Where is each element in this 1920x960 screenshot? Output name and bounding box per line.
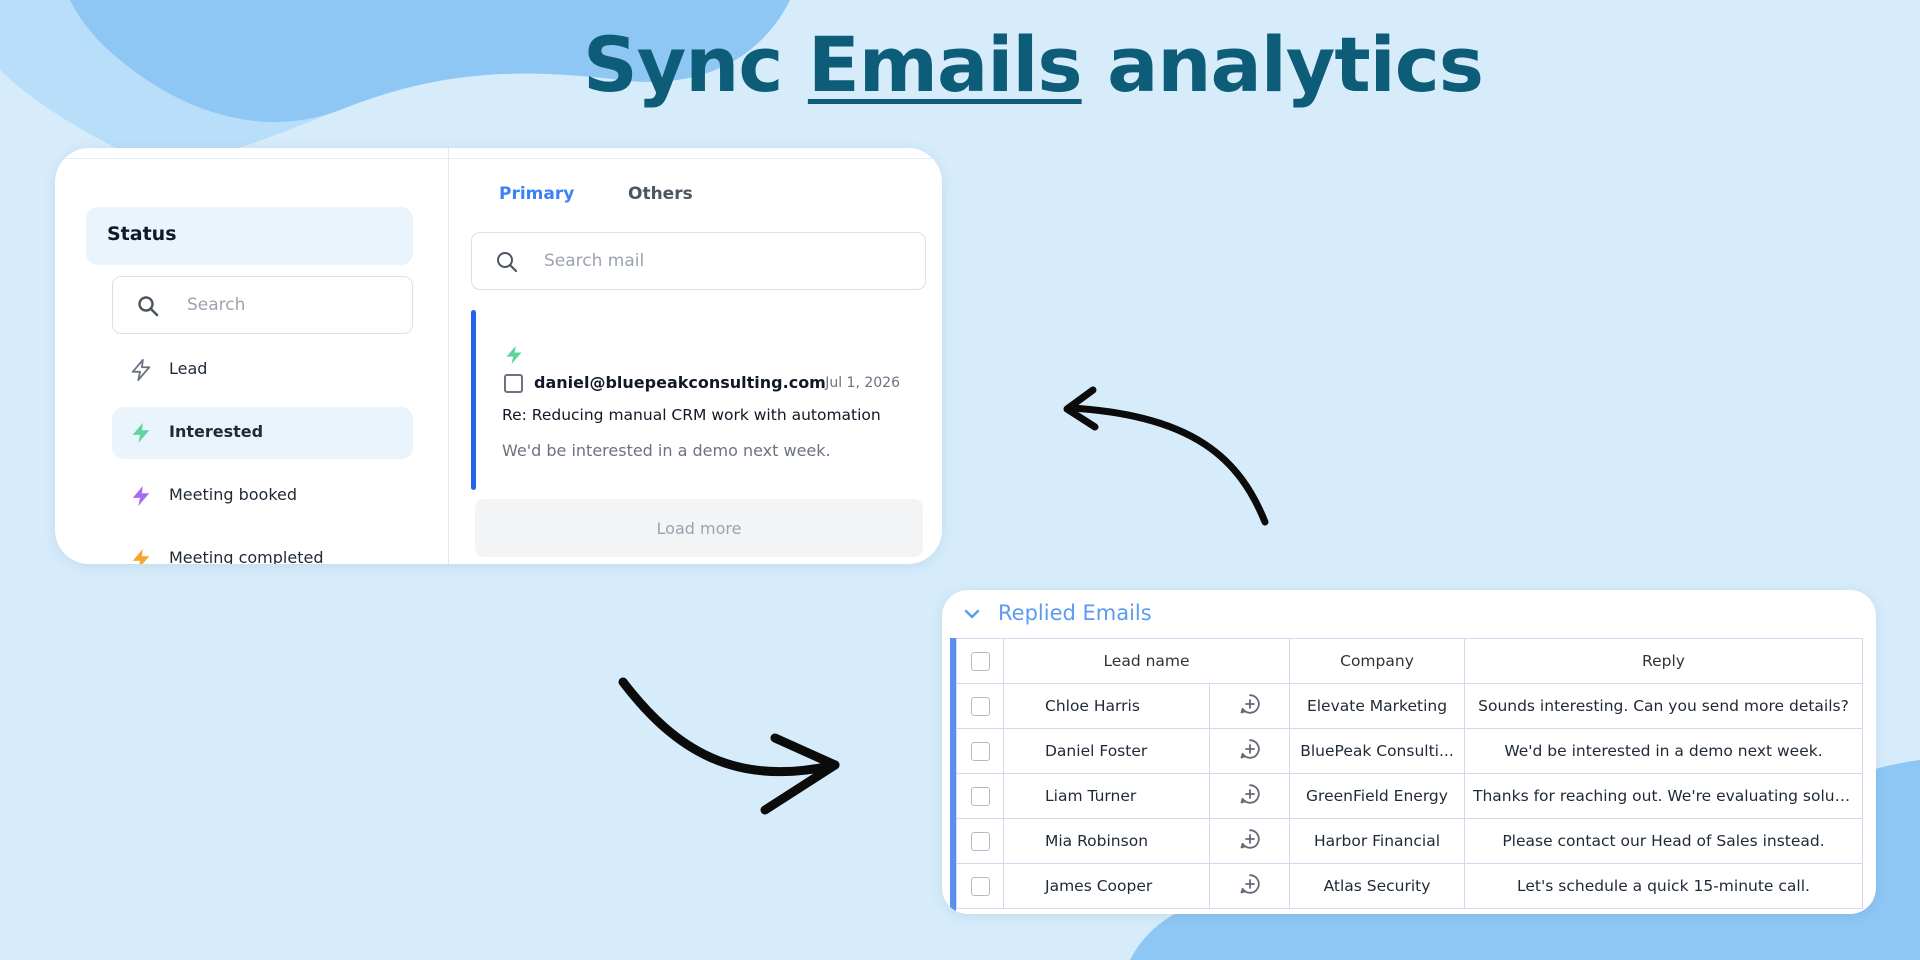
company-cell[interactable]: Elevate Marketing <box>1289 683 1465 729</box>
title-word-sync: Sync <box>582 20 783 109</box>
table-row[interactable]: Liam Turner GreenField Energy Thanks for r… <box>956 773 1863 819</box>
add-update-cell <box>1209 818 1290 864</box>
select-all-cell <box>956 638 1004 684</box>
row-select-cell <box>956 863 1004 909</box>
table-row[interactable]: Mia Robinson Harbor Financial Please conta… <box>956 818 1863 864</box>
reply-cell[interactable]: We'd be interested in a demo next week. <box>1464 728 1863 774</box>
lead-name-cell[interactable]: James Cooper <box>1003 863 1210 909</box>
group-title: Replied Emails <box>998 601 1152 625</box>
lead-name-cell[interactable]: Liam Turner <box>1003 773 1210 819</box>
email-preview: We'd be interested in a demo next week. <box>502 441 831 460</box>
company-cell[interactable]: GreenField Energy <box>1289 773 1465 819</box>
lightning-icon <box>506 345 522 365</box>
lightning-icon <box>132 485 150 507</box>
reply-cell[interactable]: Sounds interesting. Can you send more de… <box>1464 683 1863 729</box>
table-row[interactable]: Daniel Foster BluePeak Consulti... We'd be… <box>956 728 1863 774</box>
row-select-cell <box>956 773 1004 819</box>
column-header-company[interactable]: Company <box>1289 638 1465 684</box>
row-checkbox[interactable] <box>970 741 990 761</box>
email-sender: daniel@bluepeakconsulting.com <box>534 373 826 392</box>
status-item-lead[interactable]: Lead <box>112 344 413 396</box>
lightning-icon <box>132 548 150 564</box>
replied-emails-card: Replied Emails Lead name Company Reply C… <box>942 590 1876 914</box>
company-cell[interactable]: BluePeak Consulti... <box>1289 728 1465 774</box>
lightning-outline-icon <box>131 359 151 381</box>
add-update-cell <box>1209 863 1290 909</box>
mail-search-placeholder: Search mail <box>544 251 645 271</box>
row-select-cell <box>956 818 1004 864</box>
column-divider <box>448 148 449 564</box>
search-icon <box>497 252 518 273</box>
search-placeholder: Search <box>187 295 246 315</box>
row-checkbox[interactable] <box>970 786 990 806</box>
column-header-lead-name[interactable]: Lead name <box>1003 638 1290 684</box>
search-icon <box>138 296 159 317</box>
row-checkbox[interactable] <box>970 696 990 716</box>
add-update-cell <box>1209 683 1290 729</box>
status-item-label: Interested <box>169 422 264 441</box>
inbox-card: Status Search Lead Interested Meeting bo… <box>55 148 942 564</box>
add-update-icon[interactable] <box>1238 692 1262 720</box>
email-subject: Re: Reducing manual CRM work with automa… <box>502 406 881 424</box>
load-more-button[interactable]: Load more <box>475 499 923 557</box>
company-cell[interactable]: Harbor Financial <box>1289 818 1465 864</box>
curved-arrow-down-right <box>618 677 840 815</box>
lead-name-cell[interactable]: Chloe Harris <box>1003 683 1210 729</box>
reply-cell[interactable]: Please contact our Head of Sales instead… <box>1464 818 1863 864</box>
column-header-reply[interactable]: Reply <box>1464 638 1863 684</box>
selected-indicator <box>471 310 476 490</box>
email-checkbox[interactable] <box>504 374 523 393</box>
status-item-label: Meeting completed <box>169 548 324 564</box>
add-update-icon[interactable] <box>1238 737 1262 765</box>
lightning-icon <box>132 422 150 444</box>
add-update-cell <box>1209 773 1290 819</box>
add-update-icon[interactable] <box>1238 782 1262 810</box>
email-date: Jul 1, 2026 <box>825 375 900 391</box>
row-select-cell <box>956 683 1004 729</box>
curved-arrow-up-left <box>1063 386 1269 526</box>
page-title: Sync Emails analytics <box>0 20 1920 109</box>
lead-name-cell[interactable]: Daniel Foster <box>1003 728 1210 774</box>
company-cell[interactable]: Atlas Security <box>1289 863 1465 909</box>
top-divider <box>55 158 942 159</box>
add-update-icon[interactable] <box>1238 872 1262 900</box>
status-item-label: Meeting booked <box>169 485 298 504</box>
table-row[interactable]: Chloe Harris Elevate Marketing Sounds inte… <box>956 683 1863 729</box>
row-select-cell <box>956 728 1004 774</box>
select-all-checkbox[interactable] <box>970 651 990 671</box>
add-update-icon[interactable] <box>1238 827 1262 855</box>
status-header: Status <box>86 207 413 265</box>
reply-cell[interactable]: Thanks for reaching out. We're evaluatin… <box>1464 773 1863 819</box>
status-search-input[interactable]: Search <box>112 276 413 334</box>
row-checkbox[interactable] <box>970 831 990 851</box>
add-update-cell <box>1209 728 1290 774</box>
row-checkbox[interactable] <box>970 876 990 896</box>
status-item-meeting-booked[interactable]: Meeting booked <box>112 470 413 522</box>
email-list-item[interactable]: daniel@bluepeakconsulting.com Jul 1, 202… <box>471 310 926 490</box>
status-item-label: Lead <box>169 359 208 378</box>
tab-others[interactable]: Others <box>628 184 693 204</box>
title-word-emails: Emails <box>807 20 1083 109</box>
mail-search-input[interactable]: Search mail <box>471 232 926 290</box>
status-item-interested[interactable]: Interested <box>112 407 413 459</box>
status-item-meeting-completed[interactable]: Meeting completed <box>112 533 413 564</box>
reply-cell[interactable]: Let's schedule a quick 15-minute call. <box>1464 863 1863 909</box>
title-word-analytics: analytics <box>1107 20 1484 109</box>
replied-emails-table: Lead name Company Reply Chloe Harris Elev… <box>956 638 1863 909</box>
lead-name-cell[interactable]: Mia Robinson <box>1003 818 1210 864</box>
tab-primary[interactable]: Primary <box>499 184 574 204</box>
table-header-row: Lead name Company Reply <box>956 638 1863 684</box>
table-row[interactable]: James Cooper Atlas Security Let's schedule… <box>956 863 1863 909</box>
chevron-down-icon[interactable] <box>964 608 980 620</box>
